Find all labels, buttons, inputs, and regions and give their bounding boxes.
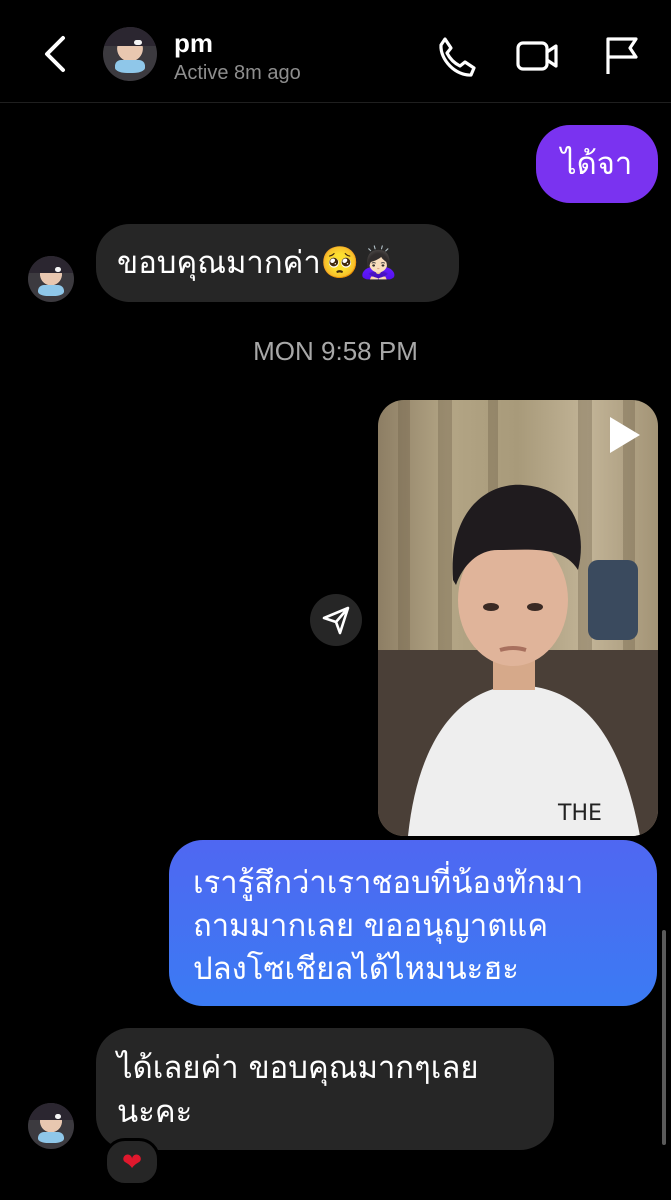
avatar[interactable] [28,256,74,302]
avatar[interactable] [103,27,157,81]
timestamp: MON 9:58 PM [253,336,418,366]
message-line: ถามมากเลย ขออนุญาตแค [193,908,549,944]
chat-header: pm Active 8m ago [0,0,671,103]
flag-icon[interactable] [601,34,645,78]
contact-name[interactable]: pm [174,28,213,59]
back-icon[interactable] [36,30,76,78]
message-line: เรารู้สึกว่าเราชอบที่น้องทักมา [193,865,584,901]
message-text: ขอบคุณมากค่า🥺🙇🏻‍♀️ [117,245,398,281]
message-line: ได้เลยค่า ขอบคุณมากๆเลย [117,1050,479,1086]
message-bubble-received[interactable]: ได้เลยค่า ขอบคุณมากๆเลย นะคะ [96,1028,554,1150]
video-call-icon[interactable] [515,34,559,78]
phone-icon[interactable] [433,34,477,78]
heart-icon: ❤ [121,1148,143,1176]
message-bubble-sent[interactable]: ได้จา [536,125,658,203]
active-status: Active 8m ago [174,62,301,84]
message-line: ปลงโซเชียลได้ไหมนะฮะ [193,951,519,987]
heart-reaction[interactable]: ❤ [104,1138,160,1186]
message-line: นะคะ [117,1094,193,1130]
message-bubble-sent[interactable]: เรารู้สึกว่าเราชอบที่น้องทักมา ถามมากเลย… [169,840,657,1006]
shared-video[interactable]: THE [378,400,658,836]
share-button[interactable] [310,594,362,646]
svg-text:THE: THE [557,801,602,826]
scrollbar[interactable] [662,930,666,1145]
video-thumbnail: THE [378,400,658,836]
play-icon[interactable] [606,414,644,456]
share-icon [322,606,350,635]
message-text: ได้จา [561,146,633,182]
message-bubble-received[interactable]: ขอบคุณมากค่า🥺🙇🏻‍♀️ [96,224,459,302]
avatar[interactable] [28,1103,74,1149]
